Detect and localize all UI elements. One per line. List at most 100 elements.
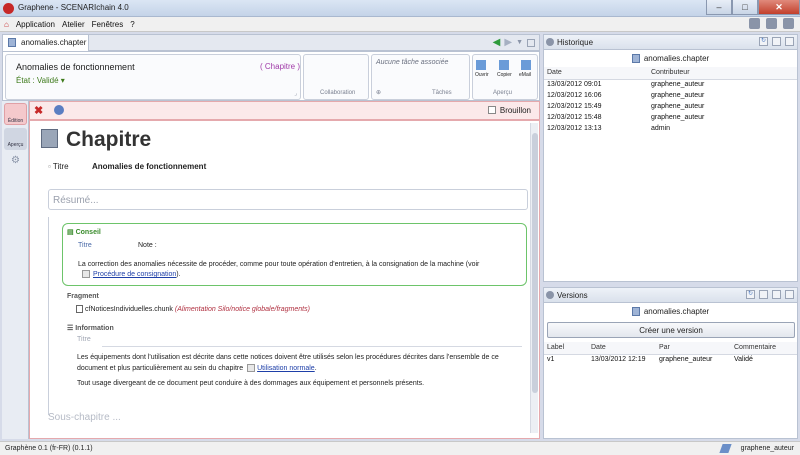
maximize-tab-icon[interactable] (527, 38, 535, 47)
close-pane-icon[interactable] (785, 290, 794, 299)
consignation-link[interactable]: Procédure de consignation (93, 271, 176, 278)
col-commentaire[interactable]: Commentaire (731, 342, 797, 355)
conseil-header: ▤ Conseil (67, 229, 101, 236)
conseil-body[interactable]: La correction des anomalies nécessite de… (78, 260, 518, 280)
scroll-thumb[interactable] (532, 133, 538, 393)
down-circle-icon[interactable] (54, 105, 64, 115)
information-titre-field[interactable]: Titre (77, 336, 91, 343)
add-task-icon[interactable]: ⊕ (376, 89, 381, 96)
editor-toolbar: ✖ Brouillon (29, 101, 540, 120)
copier-button[interactable]: Copier (497, 72, 512, 78)
menu-application[interactable]: Application (16, 20, 55, 29)
forward-arrow-icon[interactable]: ▶ (504, 37, 512, 48)
historique-row[interactable]: 12/03/2012 13:13 admin (544, 123, 797, 134)
restore-icon[interactable] (772, 37, 781, 46)
taches-label: Tâches (432, 90, 452, 96)
conseil-note[interactable]: Note : (138, 242, 157, 249)
history-icon (546, 38, 554, 46)
titre-field[interactable]: Anomalies de fonctionnement (92, 162, 206, 171)
refresh-icon[interactable]: ↻ (759, 37, 768, 46)
row-contributeur: graphene_auteur (651, 103, 705, 110)
version-row[interactable]: v1 13/03/2012 12:19 graphene_auteur Vali… (544, 354, 797, 365)
home-icon[interactable]: ⌂ (4, 20, 9, 29)
document-header: Anomalies de fonctionnement ( Chapitre )… (2, 51, 540, 101)
tab-label: anomalies.chapter (21, 38, 87, 47)
menu-help[interactable]: ? (130, 20, 134, 29)
historique-row[interactable]: 12/03/2012 15:49 graphene_auteur (544, 101, 797, 112)
delete-icon[interactable]: ✖ (34, 104, 43, 117)
filter-icon[interactable] (759, 290, 768, 299)
doc-title: Anomalies de fonctionnement (16, 62, 135, 72)
information-paragraph-1[interactable]: Les équipements dont l'utilisation est d… (77, 352, 522, 374)
chapter-heading: Chapitre (66, 128, 152, 151)
row-par: graphene_auteur (659, 356, 713, 364)
apercu-mode-button[interactable]: Aperçu (4, 128, 27, 150)
apercu-label: Aperçu (493, 90, 513, 96)
menu-bar: ⌂ Application Atelier Fenêtres ? (0, 17, 800, 32)
refresh-icon[interactable]: ↻ (746, 290, 755, 299)
brouillon-label: Brouillon (499, 106, 531, 115)
tasks-box[interactable]: Aucune tâche associée ⊕ Tâches (371, 54, 470, 100)
col-label[interactable]: Label (544, 342, 588, 355)
settings-icon[interactable] (749, 18, 760, 29)
tab-anomalies[interactable]: anomalies.chapter (3, 35, 89, 51)
minimize-button[interactable]: – (706, 0, 732, 15)
row-date: 12/03/2012 15:48 (547, 114, 602, 121)
window-controls: – □ ✕ (706, 0, 800, 16)
email-icon[interactable] (521, 60, 531, 70)
status-user[interactable]: graphene_auteur (741, 445, 794, 452)
editor-scrollbar[interactable] (530, 123, 538, 433)
editor-area: Chapitre ▫ Titre Anomalies de fonctionne… (29, 120, 540, 439)
dropdown-icon[interactable]: ▼ (516, 39, 523, 46)
email-button[interactable]: eMail (519, 72, 531, 78)
close-pane-icon[interactable] (785, 37, 794, 46)
col-par[interactable]: Par (656, 342, 731, 355)
etat-selector[interactable]: État : Validé ▾ (16, 76, 65, 85)
conseil-header-text: Conseil (75, 229, 101, 236)
collaboration-box[interactable]: Collaboration (303, 54, 369, 100)
clipboard-icon[interactable] (766, 18, 777, 29)
status-bar: Graphène 0.1 (fr-FR) (0.1.1) graphene_au… (0, 441, 800, 455)
historique-header-row: Date Contributeur (544, 67, 797, 80)
ouvrir-button[interactable]: Ouvrir (475, 72, 489, 78)
brouillon-checkbox[interactable] (488, 106, 496, 114)
user-icon[interactable] (783, 18, 794, 29)
versions-pane: Versions ↻ anomalies.chapter Créer une v… (543, 287, 798, 439)
historique-row[interactable]: 12/03/2012 15:48 graphene_auteur (544, 112, 797, 123)
versions-doc-name: anomalies.chapter (643, 307, 710, 316)
edition-mode-button[interactable]: Édition (4, 103, 27, 125)
conseil-body-end: ). (176, 271, 181, 278)
file-icon (76, 305, 83, 313)
titre-label: Titre (52, 162, 69, 171)
conseil-block[interactable]: ▤ Conseil Titre Note : La correction des… (62, 223, 527, 286)
versions-doc: anomalies.chapter (544, 303, 797, 320)
menu-atelier[interactable]: Atelier (62, 20, 85, 29)
information-paragraph-2[interactable]: Tout usage divergeant de ce document peu… (77, 380, 522, 387)
back-arrow-icon[interactable]: ◀ (493, 37, 501, 48)
col-date[interactable]: Date (544, 67, 648, 80)
copy-icon[interactable] (499, 60, 509, 70)
mode-strip: Édition Aperçu ⚙ (2, 101, 29, 439)
link-doc-icon (247, 364, 256, 373)
close-button[interactable]: ✕ (758, 0, 800, 15)
row-date: 12/03/2012 16:06 (547, 92, 602, 99)
historique-title: Historique (557, 38, 594, 47)
utilisation-link[interactable]: Utilisation normale (257, 365, 315, 372)
sous-chapitre-field[interactable]: Sous-chapitre ... (48, 412, 121, 423)
maximize-button[interactable]: □ (732, 0, 758, 15)
resume-field[interactable]: Résumé... (48, 189, 528, 210)
gear-icon[interactable]: ⚙ (4, 155, 27, 170)
fragment-path: (Alimentation Silo/notice globale/fragme… (174, 305, 310, 313)
open-icon[interactable] (476, 60, 486, 70)
historique-row[interactable]: 13/03/2012 09:01 graphene_auteur (544, 79, 797, 90)
col-contributeur[interactable]: Contributeur (648, 67, 797, 80)
restore-icon[interactable] (772, 290, 781, 299)
historique-doc-name: anomalies.chapter (643, 54, 710, 63)
create-version-button[interactable]: Créer une version (547, 322, 795, 338)
collapse-icon[interactable]: ▫ (48, 162, 51, 171)
historique-row[interactable]: 12/03/2012 16:06 graphene_auteur (544, 90, 797, 101)
tab-nav: ◀ ▶ ▼ (493, 37, 535, 48)
fragment-file[interactable]: cfNoticesIndividuelles.chunk (Alimentati… (76, 305, 310, 313)
col-vdate[interactable]: Date (588, 342, 656, 355)
menu-fenetres[interactable]: Fenêtres (92, 20, 124, 29)
